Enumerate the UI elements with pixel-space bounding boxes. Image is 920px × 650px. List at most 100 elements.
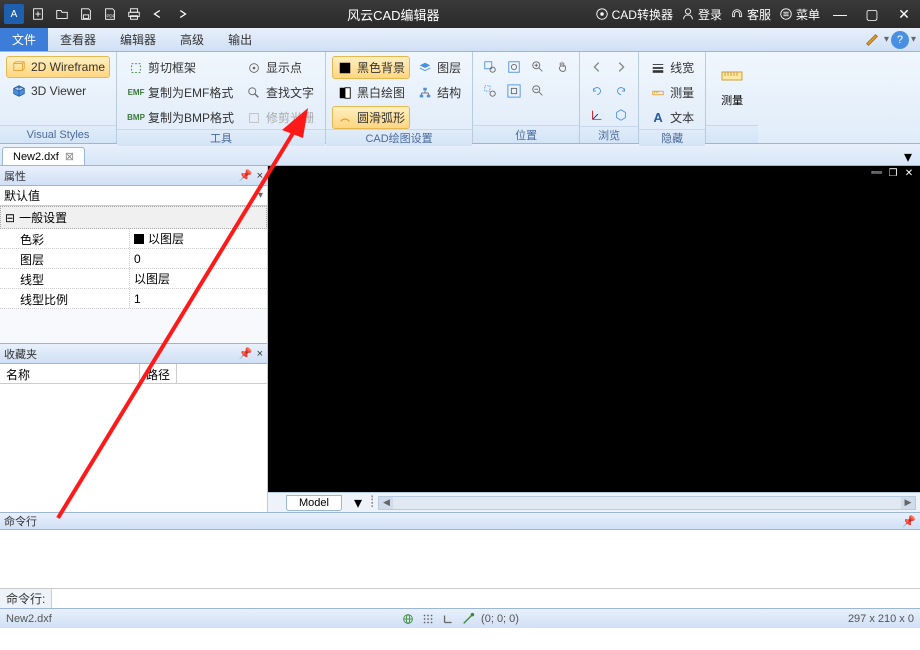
viewer-3d-button[interactable]: 3D Viewer: [6, 80, 110, 102]
zoom-all-icon[interactable]: [503, 80, 525, 102]
zoom-in-icon[interactable]: [527, 56, 549, 78]
commandline-history: [0, 530, 920, 588]
ucs-icon[interactable]: [586, 104, 608, 126]
document-tab-dropdown[interactable]: ▾: [900, 149, 916, 165]
defaults-dropdown[interactable]: 默认值: [0, 186, 267, 206]
favorites-list: [0, 384, 267, 512]
status-ortho-icon[interactable]: [441, 612, 455, 626]
property-row[interactable]: 线型以图层: [0, 269, 267, 289]
nav-forward-icon[interactable]: [610, 56, 632, 78]
document-tab-close-icon[interactable]: ⊠: [65, 150, 74, 163]
canvas-close-icon[interactable]: ✕: [902, 167, 916, 179]
trim-raster-button[interactable]: 修剪光栅: [241, 106, 319, 129]
measure-big-icon: [720, 64, 744, 88]
canvas-minimize-icon[interactable]: ➖: [870, 167, 884, 179]
status-globe-icon[interactable]: [401, 612, 415, 626]
copy-emf-button[interactable]: EMF复制为EMF格式: [123, 81, 239, 104]
menu-editor[interactable]: 编辑器: [108, 28, 168, 51]
style-dropdown-icon[interactable]: [862, 30, 882, 50]
menu-link[interactable]: 菜单: [779, 6, 820, 23]
pan-icon[interactable]: [551, 56, 573, 78]
nav-back-icon[interactable]: [586, 56, 608, 78]
document-tab-bar: New2.dxf ⊠ ▾: [0, 144, 920, 166]
hide-group-label: 隐藏: [639, 129, 705, 146]
favorites-col-name[interactable]: 名称: [0, 364, 140, 383]
document-tab[interactable]: New2.dxf ⊠: [2, 147, 85, 165]
cad-converter-link[interactable]: CAD转换器: [595, 6, 673, 23]
status-bar: New2.dxf (0; 0; 0) 297 x 210 x 0: [0, 608, 920, 628]
browse-group-label: 浏览: [580, 126, 638, 143]
menu-viewer[interactable]: 查看器: [48, 28, 108, 51]
menu-advanced[interactable]: 高级: [168, 28, 216, 51]
zoom-extents-icon[interactable]: [503, 56, 525, 78]
position-group-label: 位置: [473, 125, 579, 143]
zoom-selected-icon[interactable]: [479, 80, 501, 102]
properties-panel-header: 属性 📌 ×: [0, 166, 267, 186]
view-cube-icon[interactable]: [610, 104, 632, 126]
layers-button[interactable]: 图层: [412, 56, 466, 79]
bmp-icon: BMP: [128, 110, 144, 126]
property-row[interactable]: 图层0: [0, 249, 267, 269]
clip-frame-button[interactable]: 剪切框架: [123, 56, 239, 79]
support-link[interactable]: 客服: [730, 6, 771, 23]
ribbon: 2D Wireframe 3D Viewer Visual Styles 剪切框…: [0, 52, 920, 144]
clip-icon: [128, 60, 144, 76]
canvas-restore-icon[interactable]: ❐: [886, 167, 900, 179]
zoom-window-icon[interactable]: [479, 56, 501, 78]
property-row[interactable]: 色彩以图层: [0, 229, 267, 249]
favorites-col-path[interactable]: 路径: [140, 364, 177, 383]
properties-pin-icon[interactable]: 📌: [239, 169, 253, 182]
menu-output[interactable]: 输出: [216, 28, 264, 51]
model-tab[interactable]: Model: [286, 495, 342, 511]
favorites-pin-icon[interactable]: 📌: [239, 347, 253, 360]
search-icon: [246, 85, 262, 101]
redo-icon[interactable]: [172, 4, 192, 24]
new-file-icon[interactable]: [28, 4, 48, 24]
rotate-left-icon[interactable]: [586, 80, 608, 102]
commandline-header: 命令行 📌: [0, 512, 920, 530]
menu-bar: 文件 查看器 编辑器 高级 输出 ▾ ? ▾: [0, 28, 920, 52]
status-snap-icon[interactable]: [461, 612, 475, 626]
commandline-input[interactable]: [52, 589, 920, 608]
login-link[interactable]: 登录: [681, 6, 722, 23]
measure-big-button[interactable]: 测量: [712, 56, 752, 116]
show-point-button[interactable]: 显示点: [241, 56, 319, 79]
status-grid-icon[interactable]: [421, 612, 435, 626]
black-bg-icon: [337, 60, 353, 76]
help-button[interactable]: ?: [891, 31, 909, 49]
wireframe-2d-button[interactable]: 2D Wireframe: [6, 56, 110, 78]
model-tab-dropdown[interactable]: ▾: [350, 495, 366, 511]
save-icon[interactable]: [76, 4, 96, 24]
save-pdf-icon[interactable]: PDF: [100, 4, 120, 24]
zoom-out-icon[interactable]: [527, 80, 549, 102]
horizontal-scrollbar[interactable]: [378, 496, 916, 510]
property-row[interactable]: 线型比例1: [0, 289, 267, 309]
copy-bmp-button[interactable]: BMP复制为BMP格式: [123, 106, 239, 129]
text-toggle-button[interactable]: A文本: [645, 106, 699, 129]
favorites-close-icon[interactable]: ×: [257, 348, 263, 360]
find-text-button[interactable]: 查找文字: [241, 81, 319, 104]
property-section-general[interactable]: ⊟一般设置: [0, 206, 267, 229]
open-file-icon[interactable]: [52, 4, 72, 24]
maximize-button[interactable]: ▢: [860, 3, 884, 25]
bw-draw-button[interactable]: 黑白绘图: [332, 81, 410, 104]
status-coords: (0; 0; 0): [481, 613, 519, 625]
rotate-right-icon[interactable]: [610, 80, 632, 102]
print-icon[interactable]: [124, 4, 144, 24]
svg-text:PDF: PDF: [107, 14, 116, 19]
commandline-pin-icon[interactable]: 📌: [902, 515, 916, 528]
undo-icon[interactable]: [148, 4, 168, 24]
minimize-button[interactable]: —: [828, 3, 852, 25]
line-weight-button[interactable]: 线宽: [645, 56, 699, 79]
measure-group-blank: [706, 125, 758, 143]
property-grid: ⊟一般设置 色彩以图层 图层0 线型以图层 线型比例1: [0, 206, 267, 309]
close-button[interactable]: ✕: [892, 3, 916, 25]
drawing-canvas[interactable]: [268, 180, 920, 492]
measure-toggle-button[interactable]: 测量: [645, 81, 699, 104]
black-bg-button[interactable]: 黑色背景: [332, 56, 410, 79]
properties-close-icon[interactable]: ×: [257, 170, 263, 182]
smooth-arc-button[interactable]: 圆滑弧形: [332, 106, 410, 129]
structure-button[interactable]: 结构: [412, 81, 466, 104]
trim-icon: [246, 110, 262, 126]
menu-file[interactable]: 文件: [0, 28, 48, 51]
